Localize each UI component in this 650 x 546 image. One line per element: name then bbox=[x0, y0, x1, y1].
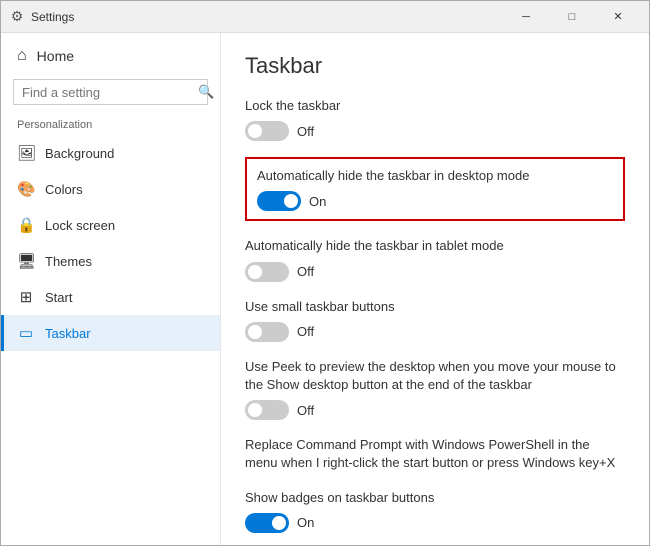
lock-taskbar-label: Lock the taskbar bbox=[245, 97, 625, 115]
sidebar-item-start[interactable]: ⊞ Start bbox=[1, 279, 220, 315]
toggle-knob bbox=[248, 124, 262, 138]
small-buttons-toggle-row: Off bbox=[245, 322, 625, 342]
settings-window: ⚙ Settings ─ □ ✕ ⌂ Home 🔍 Personalizatio… bbox=[0, 0, 650, 546]
search-icon: 🔍 bbox=[198, 84, 214, 100]
auto-hide-desktop-toggle[interactable] bbox=[257, 191, 301, 211]
badges-toggle[interactable] bbox=[245, 513, 289, 533]
small-buttons-label: Use small taskbar buttons bbox=[245, 298, 625, 316]
search-box[interactable]: 🔍 bbox=[13, 79, 208, 105]
taskbar-icon: ▭ bbox=[17, 324, 35, 342]
auto-hide-desktop-toggle-row: On bbox=[257, 191, 613, 211]
peek-state: Off bbox=[297, 403, 314, 418]
sidebar-item-label: Lock screen bbox=[45, 218, 115, 233]
sidebar-item-home[interactable]: ⌂ Home bbox=[1, 37, 220, 75]
powershell-label: Replace Command Prompt with Windows Powe… bbox=[245, 436, 625, 472]
auto-hide-tablet-state: Off bbox=[297, 264, 314, 279]
sidebar-item-colors[interactable]: 🎨 Colors bbox=[1, 171, 220, 207]
sidebar-item-lockscreen[interactable]: 🔒 Lock screen bbox=[1, 207, 220, 243]
auto-hide-desktop-label: Automatically hide the taskbar in deskto… bbox=[257, 167, 613, 185]
sidebar-item-label: Taskbar bbox=[45, 326, 91, 341]
setting-lock-taskbar: Lock the taskbar Off bbox=[245, 97, 625, 141]
close-button[interactable]: ✕ bbox=[595, 1, 641, 33]
content-area: Taskbar Lock the taskbar Off Automatical… bbox=[221, 33, 649, 545]
badges-toggle-row: On bbox=[245, 513, 625, 533]
background-icon: 🖼 bbox=[17, 144, 35, 162]
setting-small-buttons: Use small taskbar buttons Off bbox=[245, 298, 625, 342]
peek-label: Use Peek to preview the desktop when you… bbox=[245, 358, 625, 394]
colors-icon: 🎨 bbox=[17, 180, 35, 198]
sidebar-item-label: Start bbox=[45, 290, 72, 305]
toggle-knob bbox=[248, 403, 262, 417]
search-input[interactable] bbox=[22, 85, 198, 100]
start-icon: ⊞ bbox=[17, 288, 35, 306]
sidebar-item-themes[interactable]: 🖥 Themes bbox=[1, 243, 220, 279]
peek-toggle-row: Off bbox=[245, 400, 625, 420]
settings-icon: ⚙ bbox=[9, 9, 25, 25]
window-title: Settings bbox=[31, 10, 503, 24]
setting-powershell: Replace Command Prompt with Windows Powe… bbox=[245, 436, 625, 472]
lock-taskbar-state: Off bbox=[297, 124, 314, 139]
sidebar-item-taskbar[interactable]: ▭ Taskbar bbox=[1, 315, 220, 351]
themes-icon: 🖥 bbox=[17, 252, 35, 270]
sidebar-item-label: Colors bbox=[45, 182, 83, 197]
maximize-button[interactable]: □ bbox=[549, 1, 595, 33]
toggle-knob bbox=[248, 265, 262, 279]
minimize-button[interactable]: ─ bbox=[503, 1, 549, 33]
badges-label: Show badges on taskbar buttons bbox=[245, 489, 625, 507]
setting-peek: Use Peek to preview the desktop when you… bbox=[245, 358, 625, 420]
toggle-knob bbox=[248, 325, 262, 339]
title-bar: ⚙ Settings ─ □ ✕ bbox=[1, 1, 649, 33]
auto-hide-desktop-state: On bbox=[309, 194, 326, 209]
auto-hide-tablet-toggle[interactable] bbox=[245, 262, 289, 282]
window-controls: ─ □ ✕ bbox=[503, 1, 641, 33]
lockscreen-icon: 🔒 bbox=[17, 216, 35, 234]
toggle-knob bbox=[272, 516, 286, 530]
sidebar: ⌂ Home 🔍 Personalization 🖼 Background 🎨 … bbox=[1, 33, 221, 545]
page-title: Taskbar bbox=[245, 53, 625, 79]
home-label: Home bbox=[37, 48, 74, 64]
small-buttons-toggle[interactable] bbox=[245, 322, 289, 342]
lock-taskbar-toggle[interactable] bbox=[245, 121, 289, 141]
setting-badges: Show badges on taskbar buttons On bbox=[245, 489, 625, 533]
highlight-box-auto-hide-desktop: Automatically hide the taskbar in deskto… bbox=[245, 157, 625, 221]
small-buttons-state: Off bbox=[297, 324, 314, 339]
sidebar-item-label: Background bbox=[45, 146, 114, 161]
toggle-knob bbox=[284, 194, 298, 208]
peek-toggle[interactable] bbox=[245, 400, 289, 420]
main-content: ⌂ Home 🔍 Personalization 🖼 Background 🎨 … bbox=[1, 33, 649, 545]
auto-hide-tablet-label: Automatically hide the taskbar in tablet… bbox=[245, 237, 625, 255]
setting-auto-hide-tablet: Automatically hide the taskbar in tablet… bbox=[245, 237, 625, 281]
sidebar-section-label: Personalization bbox=[1, 113, 220, 135]
auto-hide-tablet-toggle-row: Off bbox=[245, 262, 625, 282]
home-icon: ⌂ bbox=[17, 47, 27, 65]
sidebar-item-background[interactable]: 🖼 Background bbox=[1, 135, 220, 171]
lock-taskbar-toggle-row: Off bbox=[245, 121, 625, 141]
badges-state: On bbox=[297, 515, 314, 530]
sidebar-item-label: Themes bbox=[45, 254, 92, 269]
